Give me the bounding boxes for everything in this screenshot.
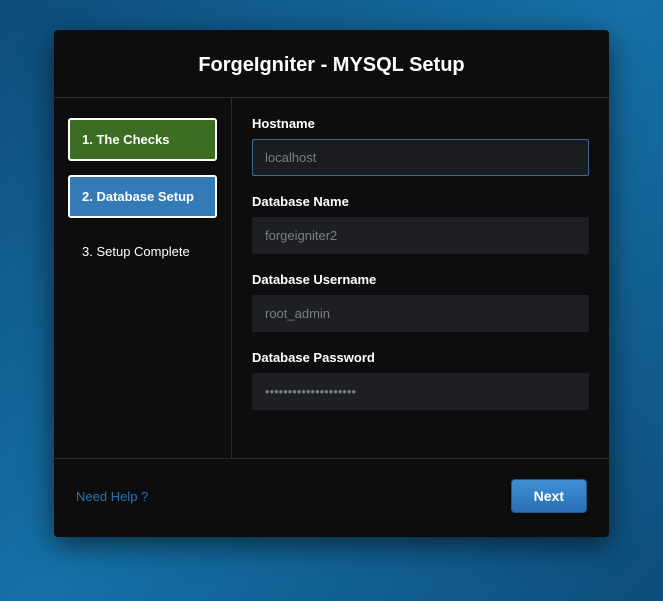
hostname-input[interactable]	[252, 139, 589, 176]
steps-sidebar: 1. The Checks 2. Database Setup 3. Setup…	[54, 98, 232, 458]
dbname-input[interactable]	[252, 217, 589, 254]
page-title: ForgeIgniter - MYSQL Setup	[54, 54, 609, 77]
dbpass-group: Database Password	[252, 350, 589, 410]
hostname-label: Hostname	[252, 116, 589, 131]
panel-header: ForgeIgniter - MYSQL Setup	[54, 30, 609, 97]
step-label: 2. Database Setup	[82, 189, 194, 204]
form-content: Hostname Database Name Database Username…	[232, 98, 609, 458]
dbuser-input[interactable]	[252, 295, 589, 332]
dbuser-label: Database Username	[252, 272, 589, 287]
step-checks[interactable]: 1. The Checks	[68, 118, 217, 161]
dbpass-label: Database Password	[252, 350, 589, 365]
panel-body: 1. The Checks 2. Database Setup 3. Setup…	[54, 97, 609, 459]
step-label: 3. Setup Complete	[82, 244, 190, 259]
dbname-label: Database Name	[252, 194, 589, 209]
step-label: 1. The Checks	[82, 132, 169, 147]
dbname-group: Database Name	[252, 194, 589, 254]
setup-panel: ForgeIgniter - MYSQL Setup 1. The Checks…	[54, 30, 609, 537]
help-link[interactable]: Need Help ?	[76, 489, 148, 504]
hostname-group: Hostname	[252, 116, 589, 176]
dbuser-group: Database Username	[252, 272, 589, 332]
step-setup-complete[interactable]: 3. Setup Complete	[68, 232, 217, 271]
step-database-setup[interactable]: 2. Database Setup	[68, 175, 217, 218]
panel-footer: Need Help ? Next	[54, 459, 609, 537]
dbpass-input[interactable]	[252, 373, 589, 410]
next-button[interactable]: Next	[511, 479, 587, 513]
